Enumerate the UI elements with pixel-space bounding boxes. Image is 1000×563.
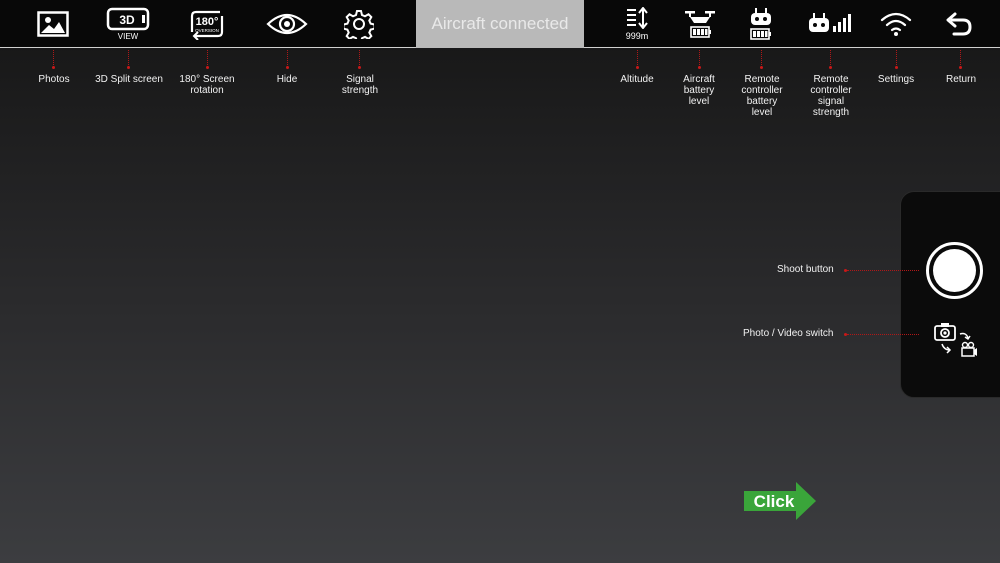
connector-dot [760,66,763,69]
remote-battery-indicator [745,0,777,48]
rotate-icon-sub: OVERSION [195,28,219,33]
shoot-button-inner [933,249,976,292]
signal-strength-gear-button[interactable] [343,0,375,48]
connector-line [761,50,762,67]
label-rotation: 180° Screen rotation [179,74,235,96]
label-photo-video-switch: Photo / Video switch [743,328,834,339]
connector-line [699,50,700,67]
label-signal-strength: Signal strength [341,74,379,96]
connector-line [287,50,288,67]
shoot-button[interactable] [926,242,983,299]
connector-dot [636,66,639,69]
photos-button[interactable] [36,0,70,48]
eye-icon [266,13,308,35]
connector-dot [829,66,832,69]
connector-dot [286,66,289,69]
hide-button[interactable] [266,0,308,48]
connector-line [53,50,54,67]
label-altitude: Altitude [620,74,654,85]
3d-view-icon: 3D VIEW [106,7,150,41]
connector-dot [358,66,361,69]
connector-line [207,50,208,67]
return-button[interactable] [944,0,974,48]
remote-signal-indicator [806,0,854,48]
altitude-indicator: 999m [620,0,654,48]
label-photos: Photos [38,74,70,85]
aircraft-battery-indicator [682,0,718,48]
camera-video-switch-icon [934,323,977,357]
rotate-180-icon: 180° OVERSION [190,10,224,40]
photo-video-switch-button[interactable] [932,320,978,358]
rotate-icon-text: 180° [196,16,219,28]
connection-status-tab: Aircraft connected [416,0,584,48]
label-hide: Hide [276,74,298,85]
top-toolbar: 3D VIEW 180° OVERSION Aircraft connected [0,0,1000,48]
remote-battery-icon [750,8,771,40]
split-icon-text: 3D [119,13,135,27]
connector-line [128,50,129,67]
rotation-button[interactable]: 180° OVERSION [186,0,228,48]
split-screen-button[interactable]: 3D VIEW [106,0,150,48]
connector-dot [698,66,701,69]
connector-line [896,50,897,67]
return-icon [946,12,972,36]
drone-battery-icon [685,11,715,38]
wifi-icon [880,12,912,36]
altitude-value: 999m [625,31,649,41]
connector-line [359,50,360,67]
connector-line [847,334,919,335]
settings-button[interactable] [880,0,912,48]
connector-line [830,50,831,67]
connector-dot [895,66,898,69]
altitude-icon [627,7,648,29]
label-remote-signal: Remote controller signal strength [810,74,852,118]
label-split-screen: 3D Split screen [95,74,163,85]
label-return: Return [945,74,977,85]
connector-dot [52,66,55,69]
connector-line [960,50,961,67]
label-remote-battery: Remote controller battery level [741,74,783,118]
connector-dot [206,66,209,69]
label-settings: Settings [877,74,915,85]
label-aircraft-battery: Aircraft battery level [683,74,715,107]
connector-line [847,270,919,271]
label-shoot-button: Shoot button [777,264,834,275]
click-hint-text: Click [753,492,795,511]
connector-dot [127,66,130,69]
connector-dot [959,66,962,69]
connector-line [637,50,638,67]
split-icon-sub: VIEW [118,32,139,41]
image-icon [37,11,69,37]
gear-icon [344,10,374,39]
remote-signal-icon [809,13,851,32]
